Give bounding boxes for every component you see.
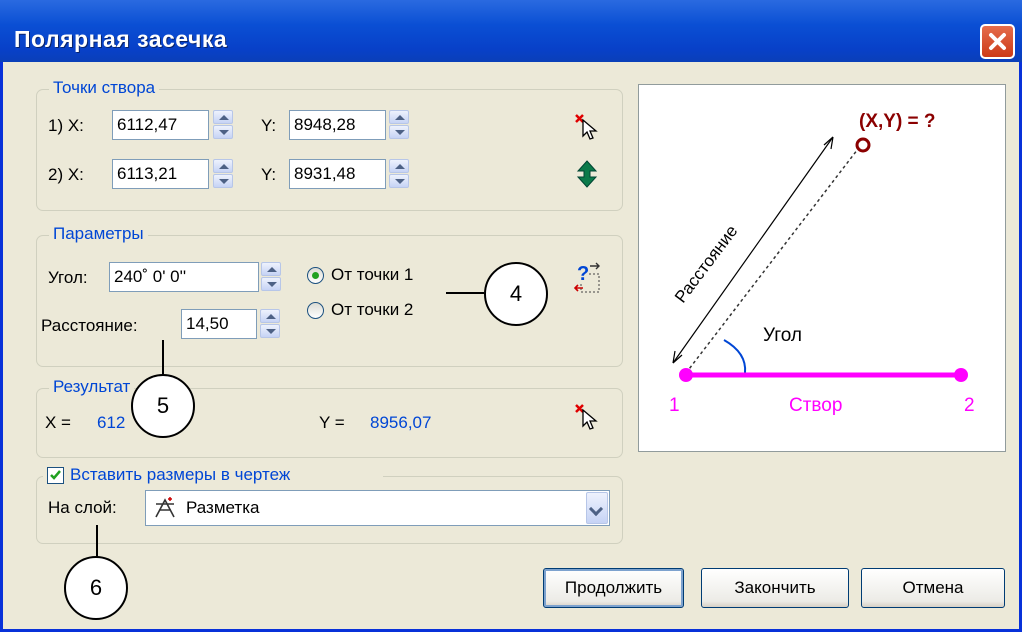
close-button[interactable] <box>980 24 1015 59</box>
point2-y-spinner[interactable] <box>389 159 409 189</box>
point1-x-spinner[interactable] <box>213 110 233 140</box>
result-group-legend: Результат <box>49 377 135 397</box>
swap-points-button[interactable] <box>575 160 599 188</box>
distance-spinner[interactable] <box>260 309 280 339</box>
diagram-target-label: (X,Y) = ? <box>859 111 936 132</box>
points-group: Точки створа <box>36 78 623 211</box>
layer-select[interactable]: Разметка <box>145 490 610 526</box>
diagram-panel: (X,Y) = ? Расстояние Угол 1 Створ 2 <box>638 84 1006 452</box>
pick-cursor-icon <box>575 114 598 140</box>
radio-from-point1[interactable] <box>307 267 324 284</box>
insert-checkbox-row[interactable]: Вставить размеры в чертеж <box>43 465 383 487</box>
result-y-label: Y = <box>319 413 345 432</box>
distance-input[interactable]: 14,50 <box>181 309 257 339</box>
angle-spinner[interactable] <box>261 262 281 292</box>
help-question-icon: ? <box>573 262 600 293</box>
checkmark-icon <box>50 470 61 480</box>
spin-up-icon[interactable] <box>213 110 233 124</box>
spin-up-icon[interactable] <box>261 262 281 276</box>
result-y-value: 8956,07 <box>370 413 432 432</box>
distance-label: Расстояние: <box>41 316 138 335</box>
points-group-legend: Точки створа <box>49 78 160 98</box>
diagram-point2-label: 2 <box>964 395 975 416</box>
radio-from-point1-label[interactable]: От точки 1 <box>331 265 413 285</box>
angle-input[interactable]: 240˚ 0' 0'' <box>109 262 259 292</box>
window-title: Полярная засечка <box>14 26 228 52</box>
point2-x-spinner[interactable] <box>213 159 233 189</box>
point2-y-label: Y: <box>261 165 277 184</box>
swap-arrows-icon <box>576 160 598 188</box>
point1-y-label: Y: <box>261 116 277 135</box>
point1-x-input[interactable]: 6112,47 <box>112 110 209 140</box>
dialog-client: Точки створа 1) X: 6112,47 Y: 8948,28 2)… <box>3 62 1019 629</box>
layer-label: На слой: <box>48 498 117 517</box>
result-x-label: X = <box>45 413 71 432</box>
continue-button[interactable]: Продолжить <box>543 568 684 608</box>
spin-down-icon[interactable] <box>261 277 281 291</box>
spin-down-icon[interactable] <box>213 125 233 139</box>
cancel-button[interactable]: Отмена <box>861 568 1005 608</box>
spin-up-icon[interactable] <box>213 159 233 173</box>
point1-y-input[interactable]: 8948,28 <box>289 110 386 140</box>
svg-text:?: ? <box>577 263 589 285</box>
insert-dimensions-label[interactable]: Вставить размеры в чертеж <box>70 465 290 485</box>
spin-up-icon[interactable] <box>389 110 409 124</box>
help-button[interactable]: ? <box>571 262 601 296</box>
spin-down-icon[interactable] <box>389 174 409 188</box>
close-icon <box>989 33 1006 50</box>
spin-down-icon[interactable] <box>389 125 409 139</box>
diagram-point1-label: 1 <box>669 395 680 416</box>
spin-up-icon[interactable] <box>389 159 409 173</box>
callout-5: 5 <box>131 374 195 438</box>
diagram-angle-label: Угол <box>763 325 802 346</box>
layer-select-value: Разметка <box>186 498 260 517</box>
spin-up-icon[interactable] <box>260 309 280 323</box>
point2-x-label: 2) X: <box>48 165 84 184</box>
radio-from-point2-label[interactable]: От точки 2 <box>331 300 413 320</box>
point2-x-input[interactable]: 6113,21 <box>112 159 209 189</box>
callout-6: 6 <box>64 556 128 620</box>
point1-x-label: 1) X: <box>48 116 84 135</box>
diagram-line-label: Створ <box>789 395 843 416</box>
spin-down-icon[interactable] <box>213 174 233 188</box>
spin-down-icon[interactable] <box>260 324 280 338</box>
chevron-down-icon[interactable] <box>586 492 608 524</box>
point2-y-input[interactable]: 8931,48 <box>289 159 386 189</box>
callout-4: 4 <box>484 262 548 326</box>
result-x-value: 612 <box>97 413 126 432</box>
pick-cursor-icon <box>575 404 598 430</box>
title-bar[interactable]: Полярная засечка <box>0 0 1022 62</box>
angle-label: Угол: <box>48 268 88 287</box>
pick-points-button[interactable] <box>573 112 601 140</box>
finish-button[interactable]: Закончить <box>701 568 849 608</box>
params-group-legend: Параметры <box>49 224 148 244</box>
insert-dimensions-checkbox[interactable] <box>47 467 64 484</box>
point1-y-spinner[interactable] <box>389 110 409 140</box>
layer-icon <box>155 497 175 518</box>
radio-from-point2[interactable] <box>307 302 324 319</box>
pick-result-button[interactable] <box>573 402 601 430</box>
